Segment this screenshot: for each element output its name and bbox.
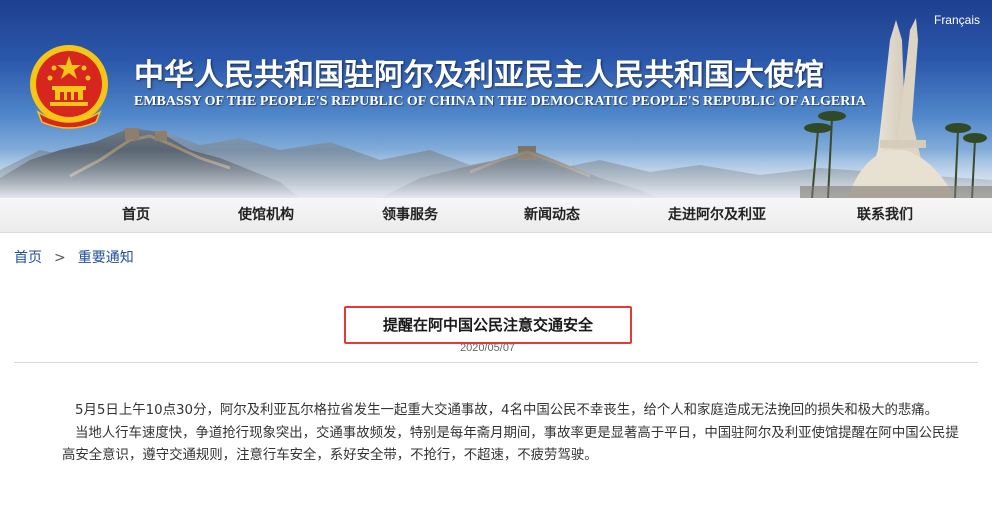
- national-emblem-icon: [28, 42, 110, 130]
- article-date: 2020/05/07: [460, 342, 516, 354]
- breadcrumb-current-link[interactable]: 重要通知: [78, 250, 134, 266]
- breadcrumb-separator: >: [54, 250, 66, 266]
- language-link-french[interactable]: Français: [934, 13, 980, 27]
- nav-item-contact-us[interactable]: 联系我们: [857, 198, 913, 233]
- main-nav: 首页 使馆机构 领事服务 新闻动态 走进阿尔及利亚 联系我们: [0, 198, 992, 233]
- article-title: 提醒在阿中国公民注意交通安全: [344, 306, 632, 344]
- article-paragraph: 当地人行车速度快，争道抢行现象突出，交通事故频发，特别是每年斋月期间，事故率更是…: [62, 425, 959, 464]
- embassy-title-chinese: 中华人民共和国驻阿尔及利亚民主人民共和国大使馆: [134, 58, 824, 93]
- nav-item-news[interactable]: 新闻动态: [524, 198, 580, 233]
- nav-item-consular-services[interactable]: 领事服务: [382, 198, 438, 233]
- title-divider: [14, 362, 978, 363]
- nav-item-home[interactable]: 首页: [122, 198, 150, 233]
- nav-item-about-algeria[interactable]: 走进阿尔及利亚: [668, 198, 766, 233]
- article-body: 5月5日上午10点30分，阿尔及利亚瓦尔格拉省发生一起重大交通事故，4名中国公民…: [62, 400, 962, 468]
- breadcrumb: 首页 > 重要通知: [14, 247, 134, 267]
- article-paragraph: 5月5日上午10点30分，阿尔及利亚瓦尔格拉省发生一起重大交通事故，4名中国公民…: [75, 403, 939, 418]
- nav-item-embassy-institutions[interactable]: 使馆机构: [238, 198, 294, 233]
- breadcrumb-home-link[interactable]: 首页: [14, 250, 42, 266]
- header-banner: Français 中华人民共和国驻阿尔及利亚民主人民共和国大使馆 EMBASSY…: [0, 0, 992, 198]
- embassy-title-english: EMBASSY OF THE PEOPLE'S REPUBLIC OF CHIN…: [134, 94, 866, 109]
